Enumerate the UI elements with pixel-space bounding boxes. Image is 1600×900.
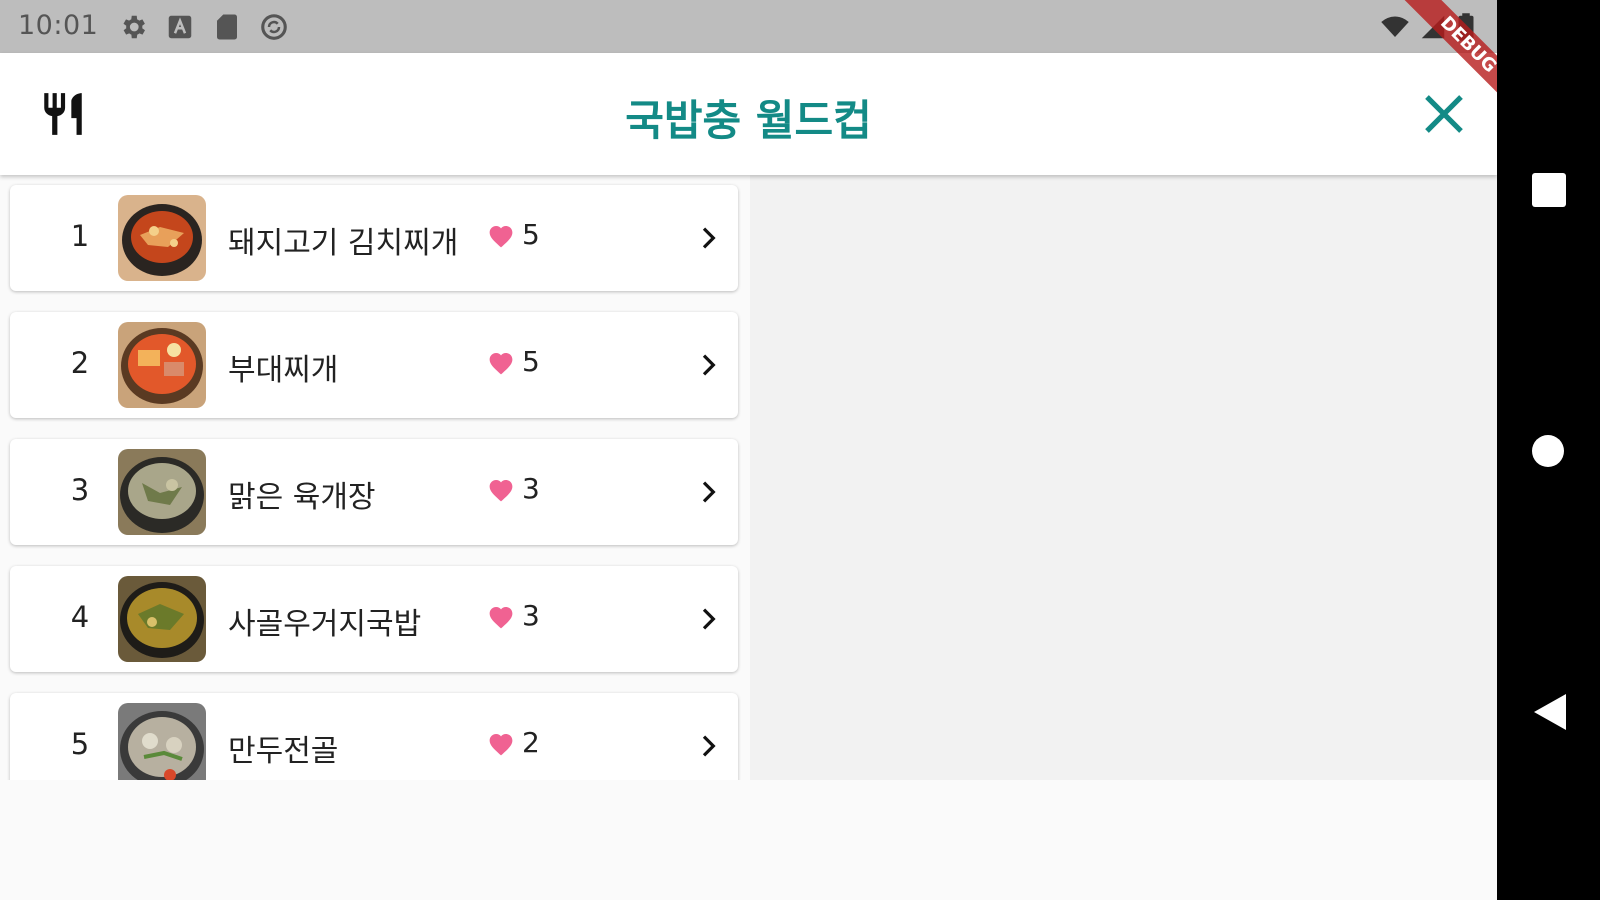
list-item[interactable]: 3 맑은 육개장 3 [10, 439, 738, 545]
sync-icon [261, 14, 287, 40]
heart-icon [489, 607, 513, 629]
chevron-right-icon [702, 354, 716, 376]
recents-icon[interactable] [1531, 172, 1567, 208]
heart-icon [489, 226, 513, 248]
ranking-list: 1 돼지고기 김치찌개 5 2 부대찌개 5 3 맑은 육개장 3 4 사골우거… [0, 175, 750, 780]
wifi-icon [1381, 16, 1409, 37]
heart-icon [489, 734, 513, 756]
food-thumbnail [118, 703, 206, 780]
heart-icon [489, 353, 513, 375]
food-thumbnail [118, 195, 206, 281]
like-count: 5 [522, 345, 540, 378]
chevron-right-icon [702, 608, 716, 630]
heart-icon [489, 480, 513, 502]
system-nav-bar [1497, 0, 1600, 900]
chevron-right-icon [702, 735, 716, 757]
battery-icon [1458, 13, 1474, 41]
app-bar: 국밥충 월드컵 [0, 53, 1497, 175]
list-item[interactable]: 1 돼지고기 김치찌개 5 [10, 185, 738, 291]
like-count: 5 [522, 218, 540, 251]
back-icon[interactable] [1532, 692, 1568, 732]
like-count: 2 [522, 726, 540, 759]
food-name: 만두전골 [228, 734, 339, 769]
rank-number: 3 [70, 473, 90, 507]
list-item[interactable]: 5 만두전골 2 [10, 693, 738, 780]
gear-icon [123, 15, 145, 39]
page-title: 국밥충 월드컵 [625, 96, 872, 145]
home-icon[interactable] [1530, 433, 1566, 469]
food-name: 맑은 육개장 [228, 480, 376, 515]
close-icon[interactable] [1418, 88, 1470, 140]
status-bar: 10:01 [0, 0, 1497, 53]
rank-number: 4 [70, 600, 90, 634]
list-item[interactable]: 4 사골우거지국밥 3 [10, 566, 738, 672]
food-name: 돼지고기 김치찌개 [228, 226, 459, 261]
food-thumbnail [118, 576, 206, 662]
food-name: 사골우거지국밥 [228, 607, 422, 642]
food-name: 부대찌개 [228, 353, 339, 388]
rank-number: 1 [70, 219, 90, 253]
rank-number: 2 [70, 346, 90, 380]
food-thumbnail [118, 322, 206, 408]
a-icon [168, 15, 192, 39]
like-count: 3 [522, 472, 540, 505]
rank-number: 5 [70, 727, 90, 761]
empty-detail-pane [750, 175, 1497, 780]
like-count: 3 [522, 599, 540, 632]
food-thumbnail [118, 449, 206, 535]
chevron-right-icon [702, 481, 716, 503]
signal-icon [1421, 15, 1445, 39]
sd-card-icon [217, 14, 237, 40]
app-screen: 10:01 국밥충 월드컵 DEBUG 1 돼지고기 김치찌개 5 2 부대찌개… [0, 0, 1497, 900]
list-item[interactable]: 2 부대찌개 5 [10, 312, 738, 418]
status-time: 10:01 [18, 10, 99, 41]
chevron-right-icon [702, 227, 716, 249]
